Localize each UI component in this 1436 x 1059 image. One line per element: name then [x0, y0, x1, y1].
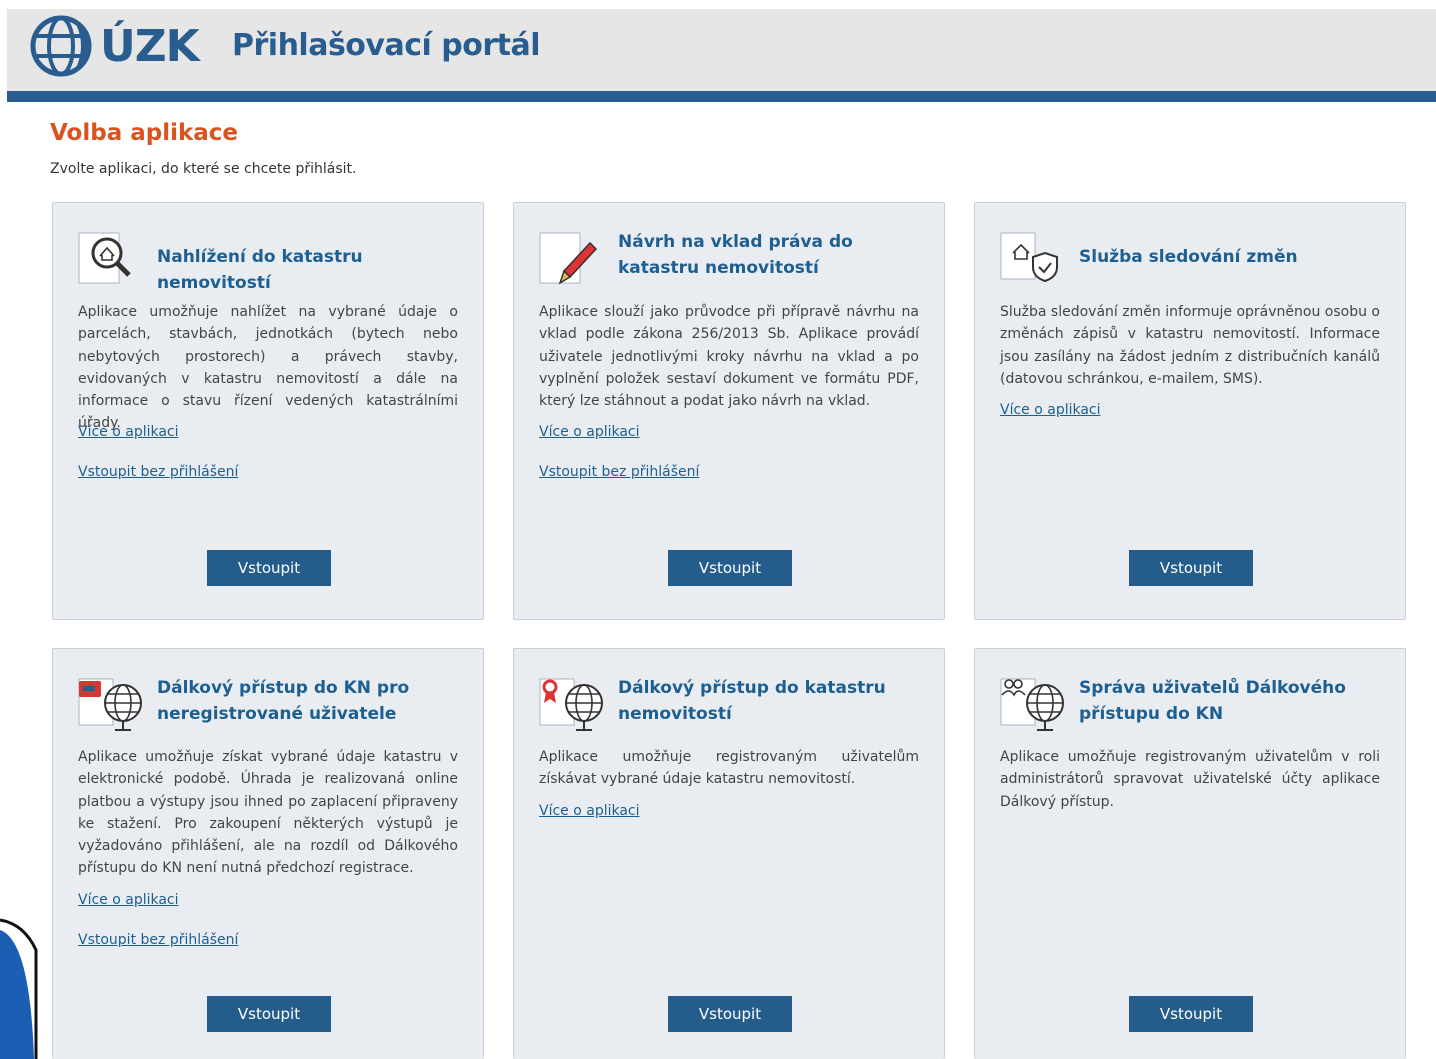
enter-without-login-link[interactable]: Vstoupit bez přihlášení [78, 464, 238, 480]
card-description: Služba sledování změn informuje oprávněn… [1000, 304, 1380, 387]
header [7, 9, 1436, 91]
more-info-link[interactable]: Více o aplikaci [539, 424, 640, 440]
house-shield-icon [1000, 232, 1058, 283]
cuzk-logo[interactable]: ÚZK [28, 14, 200, 78]
header-accent-bar [7, 91, 1436, 102]
more-info-link[interactable]: Více o aplikaci [78, 424, 179, 440]
card-title: Služba sledování změn [1079, 247, 1298, 267]
enter-button[interactable]: Vstoupit [207, 550, 331, 586]
card-title: Správa uživatelů Dálkového přístupu do K… [1079, 678, 1346, 724]
enter-without-login-link[interactable]: Vstoupit bez přihlášení [539, 464, 699, 480]
document-pen-icon [539, 232, 598, 285]
card-globe-icon [78, 678, 142, 731]
edge-decoration-icon [0, 918, 38, 1059]
enter-button[interactable]: Vstoupit [1129, 996, 1253, 1032]
card-title: Návrh na vklad práva do katastru nemovit… [618, 232, 853, 278]
card-description: Aplikace slouží jako průvodce při přípra… [539, 304, 919, 410]
enter-button[interactable]: Vstoupit [668, 550, 792, 586]
app-card-nahlizeni: Nahlížení do katastru nemovitostí Aplika… [52, 202, 484, 620]
enter-button[interactable]: Vstoupit [1129, 550, 1253, 586]
globe-logo-icon [30, 15, 92, 77]
portal-title: Přihlašovací portál [232, 28, 540, 63]
card-description: Aplikace umožňuje nahlížet na vybrané úd… [78, 304, 458, 432]
app-card-dalkovy-pristup-neregistrovani: Dálkový přístup do KN pro neregistrované… [52, 648, 484, 1059]
page-subtitle: Zvolte aplikaci, do které se chcete přih… [50, 161, 357, 177]
logo-text: ÚZK [100, 20, 200, 72]
more-info-link[interactable]: Více o aplikaci [539, 803, 640, 819]
card-title: Nahlížení do katastru nemovitostí [157, 247, 363, 293]
more-info-link[interactable]: Více o aplikaci [78, 892, 179, 908]
more-info-link[interactable]: Více o aplikaci [1000, 402, 1101, 418]
app-card-sprava-uzivatelu: Správa uživatelů Dálkového přístupu do K… [974, 648, 1406, 1059]
enter-button[interactable]: Vstoupit [207, 996, 331, 1032]
card-title: Dálkový přístup do katastru nemovitostí [618, 678, 886, 724]
app-card-sledovani-zmen: Služba sledování změn Služba sledování z… [974, 202, 1406, 620]
enter-button[interactable]: Vstoupit [668, 996, 792, 1032]
card-title: Dálkový přístup do KN pro neregistrované… [157, 678, 410, 724]
badge-globe-icon [539, 678, 603, 731]
magnifier-house-icon [78, 232, 131, 284]
app-card-dalkovy-pristup: Dálkový přístup do katastru nemovitostí … [513, 648, 945, 1059]
app-card-navrh-na-vklad: Návrh na vklad práva do katastru nemovit… [513, 202, 945, 620]
card-description: Aplikace umožňuje registrovaným uživatel… [539, 749, 919, 788]
enter-without-login-link[interactable]: Vstoupit bez přihlášení [78, 932, 238, 948]
card-description: Aplikace umožňuje získat vybrané údaje k… [78, 749, 458, 877]
page-title: Volba aplikace [50, 120, 239, 146]
users-globe-icon [1000, 678, 1064, 731]
card-description: Aplikace umožňuje registrovaným uživatel… [1000, 749, 1380, 810]
